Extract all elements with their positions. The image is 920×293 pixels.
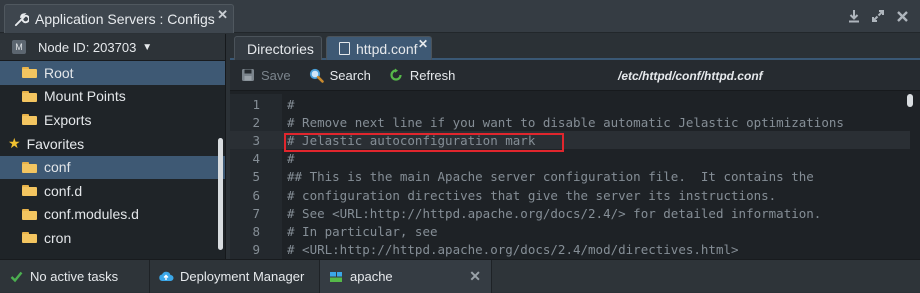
line-number: 2	[252, 114, 260, 130]
node-badge: M	[12, 40, 26, 54]
code-line[interactable]: 6 # configuration directives that give th…	[230, 186, 910, 204]
highlight-box	[284, 133, 564, 152]
download-icon[interactable]	[846, 8, 862, 24]
search-icon	[309, 68, 324, 83]
code-text: # configuration directives that give the…	[287, 187, 777, 203]
app-label: apache	[350, 269, 393, 284]
folder-icon	[22, 232, 37, 244]
file-path: /etc/httpd/conf/httpd.conf	[618, 68, 763, 83]
save-icon	[240, 68, 255, 83]
folder-icon	[22, 208, 37, 220]
line-number: 4	[252, 151, 260, 167]
app-tab[interactable]: apache ✕	[320, 260, 492, 293]
tree-item-label: Exports	[44, 111, 92, 128]
line-number: 5	[252, 169, 260, 185]
tab-label: Directories	[247, 40, 314, 57]
node-selector[interactable]: M Node ID: 203703 ▼	[0, 34, 225, 61]
code-line[interactable]: 5 ## This is the main Apache server confi…	[230, 168, 910, 186]
save-button[interactable]: Save	[240, 68, 291, 83]
node-label: Node ID: 203703	[38, 39, 137, 55]
close-tab-icon[interactable]: ✕	[418, 37, 428, 51]
code-line[interactable]: 8 # In particular, see	[230, 222, 910, 240]
code-line[interactable]: 4 #	[230, 150, 910, 168]
title-bar: Application Servers : Configs ✕	[0, 0, 920, 33]
editor-scrollbar[interactable]	[907, 94, 913, 107]
editor-panel: Directories httpd.conf ✕ Save Search Ref…	[230, 34, 920, 259]
tree-item-label: conf	[44, 159, 71, 176]
favorites-label: Favorites	[26, 135, 85, 152]
close-icon[interactable]: ✕	[217, 7, 228, 23]
code-editor[interactable]: 1 #2 # Remove next line if you want to dis…	[230, 94, 920, 259]
file-tree-panel: M Node ID: 203703 ▼ Root Mount Points Ex…	[0, 34, 226, 259]
code-line[interactable]: 1 #	[230, 95, 910, 113]
editor-tabs: Directories httpd.conf ✕	[230, 34, 920, 60]
tree-item-label: Mount Points	[44, 88, 126, 105]
code-text: ## This is the main Apache server config…	[287, 169, 814, 185]
refresh-icon	[389, 68, 404, 83]
code-text: #	[287, 96, 295, 112]
file-icon	[339, 42, 350, 55]
folder-icon	[22, 161, 37, 173]
tree-item-label: conf.d	[44, 182, 83, 199]
search-button[interactable]: Search	[309, 68, 371, 83]
tree-item-exports[interactable]: Exports	[0, 108, 225, 132]
line-number: 7	[252, 205, 260, 221]
tasks-label: No active tasks	[30, 269, 119, 284]
tree-item-label: cron	[44, 229, 72, 246]
deployment-label: Deployment Manager	[180, 269, 305, 284]
code-line[interactable]: 2 # Remove next line if you want to disab…	[230, 113, 910, 131]
tab-httpd-conf[interactable]: httpd.conf ✕	[326, 36, 432, 60]
folder-icon	[22, 90, 37, 102]
line-number: 6	[252, 187, 260, 203]
folder-icon	[22, 67, 37, 79]
tasks-status[interactable]: No active tasks	[0, 260, 150, 293]
tree-scrollbar[interactable]	[218, 138, 223, 250]
code-text: # <URL:http://httpd.apache.org/docs/2.4/…	[287, 242, 739, 258]
line-number: 1	[252, 96, 260, 112]
favorite-item-cron[interactable]: cron	[0, 226, 225, 250]
close-icon[interactable]: ✕	[469, 268, 481, 285]
star-icon: ★	[8, 135, 21, 151]
chevron-down-icon: ▼	[142, 41, 153, 53]
code-text: # In particular, see	[287, 223, 438, 239]
favorite-item-conf-modules-d[interactable]: conf.modules.d	[0, 203, 225, 227]
tab-directories[interactable]: Directories	[234, 36, 322, 60]
window-title: Application Servers : Configs	[35, 11, 215, 27]
line-number: 9	[252, 242, 260, 258]
tree-item-mount-points[interactable]: Mount Points	[0, 85, 225, 109]
stack-icon	[328, 269, 344, 285]
code-text: # Remove next line if you want to disabl…	[287, 114, 844, 130]
code-text: #	[287, 151, 295, 167]
editor-toolbar: Save Search Refresh /etc/httpd/conf/http…	[230, 60, 920, 91]
code-line[interactable]: 9 # <URL:http://httpd.apache.org/docs/2.4…	[230, 241, 910, 259]
line-number: 3	[252, 132, 260, 148]
search-label: Search	[329, 67, 371, 83]
folder-icon	[22, 114, 37, 126]
refresh-button[interactable]: Refresh	[389, 67, 456, 83]
tree-item-label: Root	[44, 64, 74, 81]
save-label: Save	[261, 67, 291, 83]
tree-item-label: conf.modules.d	[44, 206, 139, 223]
line-number: 8	[252, 223, 260, 239]
code-line[interactable]: 7 # See <URL:http://httpd.apache.org/docs…	[230, 204, 910, 222]
wrench-icon	[13, 11, 29, 27]
check-icon	[8, 269, 24, 285]
close-window-icon[interactable]	[894, 8, 910, 24]
folder-icon	[22, 185, 37, 197]
window-tab[interactable]: Application Servers : Configs ✕	[4, 4, 234, 33]
cloud-icon	[158, 269, 174, 285]
favorite-item-conf[interactable]: conf	[0, 155, 225, 179]
app-window: Application Servers : Configs ✕ M Node I…	[0, 0, 920, 293]
tab-label: httpd.conf	[356, 40, 418, 57]
refresh-label: Refresh	[409, 67, 456, 83]
deployment-manager-button[interactable]: Deployment Manager	[150, 260, 320, 293]
favorite-item-conf-d[interactable]: conf.d	[0, 179, 225, 203]
expand-icon[interactable]	[870, 8, 886, 24]
favorites-header[interactable]: ★ Favorites	[0, 132, 225, 156]
status-bar: No active tasks Deployment Manager apach…	[0, 259, 920, 293]
tree-item-root[interactable]: Root	[0, 61, 225, 85]
code-text: # See <URL:http://httpd.apache.org/docs/…	[287, 205, 822, 221]
